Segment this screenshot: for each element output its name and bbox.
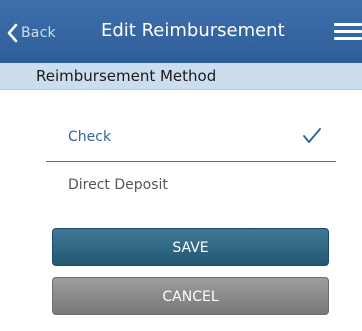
- hamburger-menu-icon[interactable]: [334, 22, 362, 42]
- cancel-button[interactable]: CANCEL: [52, 277, 329, 315]
- page-title: Edit Reimbursement: [101, 20, 285, 41]
- back-button[interactable]: Back: [6, 21, 56, 45]
- back-label: Back: [21, 25, 56, 41]
- section-header: Reimbursement Method: [0, 63, 362, 90]
- option-label: Check: [68, 129, 112, 145]
- option-direct-deposit[interactable]: Direct Deposit: [46, 164, 336, 208]
- option-check[interactable]: Check: [46, 116, 336, 162]
- chevron-left-icon: [6, 23, 18, 43]
- section-title: Reimbursement Method: [36, 67, 217, 85]
- checkmark-icon: [302, 127, 322, 149]
- option-label: Direct Deposit: [68, 177, 168, 193]
- edit-reimbursement-screen: Back Edit Reimbursement Reimbursement Me…: [0, 0, 362, 331]
- save-button[interactable]: SAVE: [52, 228, 329, 266]
- header-bar: Back Edit Reimbursement: [0, 0, 362, 63]
